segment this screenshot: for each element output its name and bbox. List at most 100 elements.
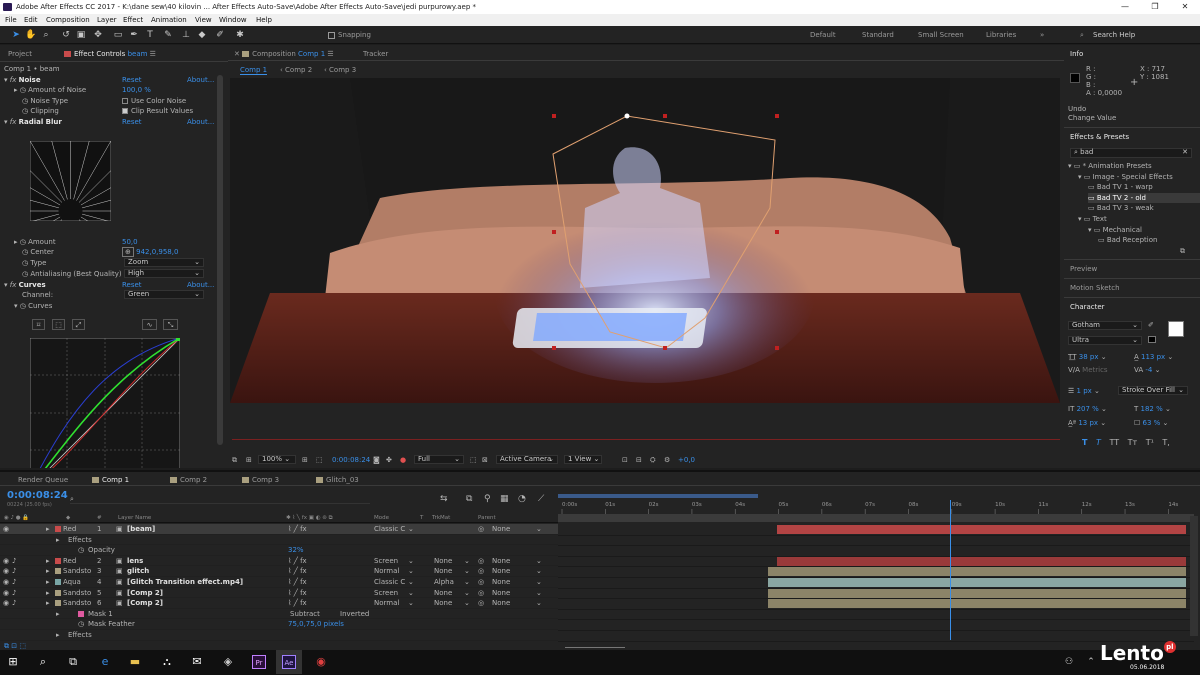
audio-icon[interactable]: ♪ bbox=[12, 556, 16, 566]
audio-icon[interactable]: ♪ bbox=[12, 577, 16, 587]
layer-duration-bar[interactable] bbox=[768, 567, 1186, 577]
timeline-layer-row[interactable]: ◉ ♪ ▸ Aqua 4 ▣ [Glitch Transition effect.mp4] ⌇… bbox=[0, 577, 558, 588]
subtab-comp-3[interactable]: ‹ Comp 3 bbox=[324, 64, 356, 76]
small-caps-button[interactable]: Tт bbox=[1128, 438, 1138, 447]
mode-dropdown-arrow-icon[interactable]: ⌄ bbox=[408, 566, 414, 576]
search-icon[interactable]: ⌕ bbox=[30, 650, 56, 674]
tab-project[interactable]: Project bbox=[8, 48, 32, 60]
menu-help[interactable]: Help bbox=[256, 14, 272, 26]
menu-window[interactable]: Window bbox=[219, 14, 247, 26]
expand-group-icon[interactable]: ▸ bbox=[56, 535, 60, 545]
trkmat-arrow-icon[interactable]: ⌄ bbox=[464, 577, 470, 587]
layer-name[interactable]: [Comp 2] bbox=[127, 588, 163, 598]
clear-search-icon[interactable]: ✕ bbox=[1182, 149, 1188, 156]
menu-view[interactable]: View bbox=[195, 14, 212, 26]
after-effects-icon[interactable]: Ae bbox=[276, 650, 302, 674]
effect-curves-header[interactable]: ▾ fx Curves Reset About... bbox=[4, 280, 216, 290]
mode-dropdown-arrow-icon[interactable]: ⌄ bbox=[408, 556, 414, 566]
stroke-width-field[interactable]: ☰ 1 px ⌄ bbox=[1068, 386, 1100, 396]
effect-radial-blur-header[interactable]: ▾ fx Radial Blur Reset About... bbox=[4, 117, 216, 127]
curves-reset-link[interactable]: Reset bbox=[122, 280, 142, 290]
curves-graph[interactable] bbox=[30, 338, 180, 468]
work-area-range[interactable] bbox=[558, 514, 1194, 522]
timeline-scrollbar[interactable] bbox=[1190, 516, 1198, 636]
timeline-layer-row[interactable]: ◉ ♪ ▸ Red 2 ▣ lens ⌇ ╱ fx Screen ⌄ None ⌄ ◎ None ⌄ bbox=[0, 556, 558, 567]
timeline-layer-row[interactable]: ◉ ♪ ▸ Sandsto 5 ▣ [Comp 2] ⌇ ╱ fx Screen ⌄ None ⌄ ◎ N… bbox=[0, 588, 558, 599]
trkmat-dropdown[interactable]: None bbox=[434, 598, 452, 608]
timeline-layer-row[interactable]: ◉ ♪ ▸ Sandsto 3 ▣ glitch ⌇ ╱ fx Normal ⌄ None ⌄ ◎ Non… bbox=[0, 566, 558, 577]
timeline-layer-row[interactable]: ◷ Opacity 32% bbox=[0, 545, 558, 556]
parent-dropdown[interactable]: None bbox=[492, 524, 510, 534]
camera-tool-icon[interactable]: ▣ bbox=[75, 29, 87, 41]
type-dropdown[interactable]: Zoom ⌄ bbox=[124, 258, 204, 267]
faux-bold-button[interactable]: T bbox=[1082, 438, 1087, 447]
clone-stamp-tool-icon[interactable]: ⊥ bbox=[180, 29, 192, 41]
parent-arrow-icon[interactable]: ⌄ bbox=[536, 588, 542, 598]
parent-arrow-icon[interactable]: ⌄ bbox=[536, 566, 542, 576]
layer-label-swatch[interactable] bbox=[55, 557, 61, 564]
resolution-dropdown[interactable]: Full ⌄ bbox=[414, 455, 464, 464]
audio-icon[interactable]: ♪ bbox=[12, 566, 16, 576]
workspace-small-screen[interactable]: Small Screen bbox=[918, 31, 964, 39]
curve-open-icon[interactable]: ⬚ bbox=[52, 319, 65, 330]
task-view-icon[interactable]: ⧉ bbox=[60, 650, 86, 674]
more-workspaces-icon[interactable]: » bbox=[1040, 31, 1044, 39]
all-caps-button[interactable]: TT bbox=[1109, 438, 1119, 447]
vertical-scale-field[interactable]: IT 207 % ⌄ bbox=[1068, 404, 1107, 414]
menu-animation[interactable]: Animation bbox=[151, 14, 187, 26]
property-value[interactable]: 75,0,75,0 pixels bbox=[288, 619, 344, 629]
color-channel-icon[interactable]: ● bbox=[400, 453, 406, 467]
layer-switches[interactable]: ⌇ ╱ fx bbox=[288, 566, 307, 576]
visibility-eye-icon[interactable]: ◉ bbox=[3, 524, 9, 534]
menu-file[interactable]: File bbox=[5, 14, 17, 26]
mask-mode-dropdown[interactable]: Subtract bbox=[290, 609, 320, 619]
layer-name[interactable]: glitch bbox=[127, 566, 149, 576]
preset-item[interactable]: ▭ Bad Reception bbox=[1098, 235, 1200, 245]
menu-layer[interactable]: Layer bbox=[97, 14, 117, 26]
camera-dropdown[interactable]: Active Camera ⌄ bbox=[496, 455, 558, 464]
show-channel-icon[interactable]: ✤ bbox=[386, 453, 392, 467]
trkmat-arrow-icon[interactable]: ⌄ bbox=[464, 588, 470, 598]
grid-icon[interactable]: ⊞ bbox=[302, 453, 308, 467]
workspace-standard[interactable]: Standard bbox=[862, 31, 894, 39]
layer-label-swatch[interactable] bbox=[55, 526, 61, 532]
graph-editor-icon[interactable]: ⟋ bbox=[538, 494, 544, 504]
mode-dropdown-arrow-icon[interactable]: ⌄ bbox=[408, 588, 414, 598]
layer-duration-bar[interactable] bbox=[768, 588, 1186, 598]
preset-item[interactable]: ▾ ▭ Mechanical bbox=[1088, 225, 1200, 235]
parent-arrow-icon[interactable]: ⌄ bbox=[536, 556, 542, 566]
store-icon[interactable]: ⛬ bbox=[154, 650, 180, 674]
property-value[interactable]: 32% bbox=[288, 545, 304, 555]
radial-blur-preview[interactable] bbox=[30, 141, 111, 221]
black-swatch-icon[interactable] bbox=[1148, 336, 1156, 343]
layer-name-column-header[interactable]: Layer Name bbox=[118, 514, 151, 523]
subtab-comp-1[interactable]: Comp 1 bbox=[240, 64, 268, 76]
center-crosshair-icon[interactable]: ⊕ bbox=[122, 247, 134, 257]
preset-item[interactable]: ▾ ▭ * Animation Presets bbox=[1068, 161, 1200, 171]
mode-dropdown[interactable]: Normal bbox=[374, 598, 399, 608]
file-explorer-icon[interactable]: ▬ bbox=[122, 650, 148, 674]
visibility-eye-icon[interactable]: ◉ bbox=[3, 588, 9, 598]
expand-layer-icon[interactable]: ▸ bbox=[46, 556, 50, 566]
menu-edit[interactable]: Edit bbox=[24, 14, 38, 26]
expand-layer-icon[interactable]: ▸ bbox=[46, 577, 50, 587]
tab-composition[interactable]: ✕ Composition Comp 1 ☰ bbox=[234, 48, 334, 60]
mode-dropdown[interactable]: Normal bbox=[374, 566, 399, 576]
zoom-tool-icon[interactable]: ⌕ bbox=[40, 29, 52, 41]
layer-name[interactable]: [Comp 2] bbox=[127, 598, 163, 608]
expand-layer-icon[interactable]: ▸ bbox=[46, 598, 50, 608]
preview-panel-title[interactable]: Preview bbox=[1070, 263, 1097, 275]
audio-icon[interactable]: ♪ bbox=[12, 588, 16, 598]
stroke-mode-dropdown[interactable]: Stroke Over Fill ⌄ bbox=[1118, 386, 1188, 395]
curves-about-link[interactable]: About... bbox=[187, 280, 214, 290]
tsume-field[interactable]: ☐ 63 % ⌄ bbox=[1134, 418, 1168, 428]
transparency-grid-icon[interactable]: ⊠ bbox=[482, 453, 488, 467]
rotate-tool-icon[interactable]: ↺ bbox=[60, 29, 72, 41]
type-tool-icon[interactable]: T bbox=[144, 29, 156, 41]
region-icon[interactable]: ⬚ bbox=[316, 453, 323, 467]
curve-bezier-icon[interactable]: ∿ bbox=[142, 319, 157, 330]
mode-dropdown[interactable]: Screen bbox=[374, 556, 398, 566]
audio-icon[interactable]: ♪ bbox=[12, 598, 16, 608]
effects-presets-title[interactable]: Effects & Presets bbox=[1070, 131, 1129, 143]
close-button[interactable]: ✕ bbox=[1172, 0, 1198, 14]
